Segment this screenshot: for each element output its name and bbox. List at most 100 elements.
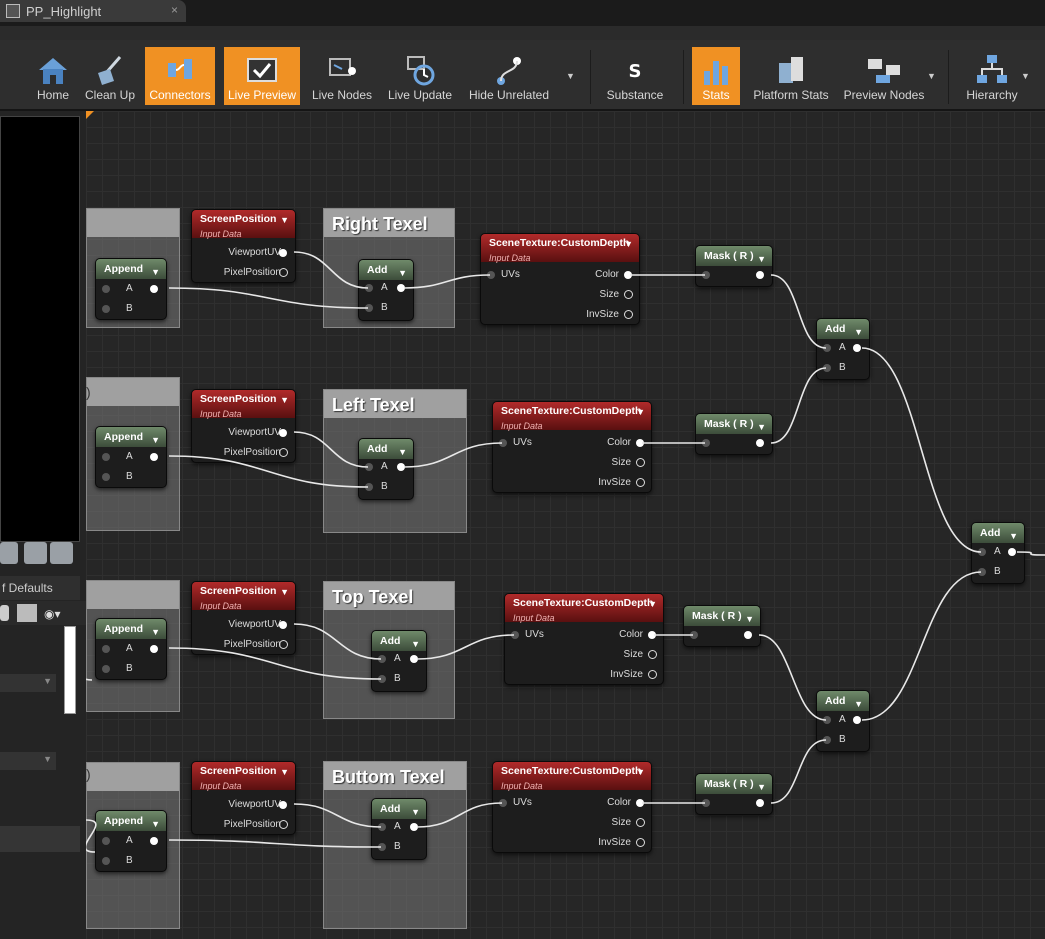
grid-view-icon[interactable]: [17, 604, 37, 622]
details-dropdown-2[interactable]: ▼: [0, 752, 56, 770]
hide-unrelated-button[interactable]: Hide Unrelated: [466, 47, 552, 105]
connectors-button[interactable]: Connectors: [145, 47, 215, 105]
pin-dot[interactable]: [378, 675, 386, 683]
append-node[interactable]: Append ▼ A B: [95, 618, 167, 680]
pin-dot[interactable]: [636, 439, 644, 447]
pin-dot[interactable]: [636, 799, 644, 807]
pin-dot[interactable]: [624, 271, 632, 279]
pin-dot[interactable]: [279, 820, 288, 829]
pin-dot[interactable]: [397, 284, 405, 292]
details-scrollbar[interactable]: [64, 626, 76, 714]
substance-button[interactable]: S Substance: [600, 47, 670, 105]
live-nodes-button[interactable]: Live Nodes: [308, 47, 376, 105]
chevron-down-icon[interactable]: ▼: [280, 393, 289, 408]
pin-dot[interactable]: [487, 271, 495, 279]
pin-dot[interactable]: [102, 857, 110, 865]
scene-texture-node[interactable]: SceneTexture:CustomDepth Input Data ▼ UVs Co…: [480, 233, 640, 325]
pin-dot[interactable]: [279, 621, 287, 629]
pin-dot[interactable]: [978, 568, 986, 576]
pin-dot[interactable]: [102, 473, 110, 481]
pin-dot[interactable]: [150, 453, 158, 461]
stats-button[interactable]: Stats: [692, 47, 740, 105]
scene-texture-node[interactable]: SceneTexture:CustomDepth Input Data ▼ UVs Co…: [492, 761, 652, 853]
pin-dot[interactable]: [756, 271, 764, 279]
pin-dot[interactable]: [756, 439, 764, 447]
pin-dot[interactable]: [378, 843, 386, 851]
chevron-down-icon[interactable]: ▼: [151, 622, 160, 642]
pin-dot[interactable]: [102, 305, 110, 313]
hierarchy-dropdown-icon[interactable]: ▼: [1021, 71, 1030, 81]
toolbar-overflow-left[interactable]: [0, 47, 8, 105]
pin-dot[interactable]: [102, 453, 110, 461]
add-node[interactable]: Add ▼ A B: [371, 798, 427, 860]
pin-dot[interactable]: [499, 439, 507, 447]
live-preview-button[interactable]: Live Preview: [224, 47, 300, 105]
preview-cube-button[interactable]: [24, 542, 47, 564]
pin-dot[interactable]: [365, 284, 373, 292]
pin-dot[interactable]: [102, 645, 110, 653]
hide-unrelated-dropdown-icon[interactable]: ▼: [566, 71, 575, 81]
pin-dot[interactable]: [279, 249, 287, 257]
chevron-down-icon[interactable]: ▼: [854, 694, 863, 714]
chevron-down-icon[interactable]: ▼: [745, 609, 754, 629]
pin-dot[interactable]: [823, 736, 831, 744]
chevron-down-icon[interactable]: ▼: [151, 814, 160, 834]
chevron-down-icon[interactable]: ▼: [648, 597, 657, 612]
chevron-down-icon[interactable]: ▼: [411, 634, 420, 654]
chevron-down-icon[interactable]: ▼: [398, 263, 407, 283]
pin-dot[interactable]: [853, 716, 861, 724]
pin-dot[interactable]: [624, 290, 633, 299]
mask-node[interactable]: Mask ( R ) ▼: [695, 413, 773, 455]
pin-dot[interactable]: [150, 285, 158, 293]
pin-dot[interactable]: [636, 838, 645, 847]
filter-icon[interactable]: [0, 605, 9, 621]
add-node[interactable]: Add ▼ A B: [371, 630, 427, 692]
pin-dot[interactable]: [511, 631, 519, 639]
pin-dot[interactable]: [150, 837, 158, 845]
pin-dot[interactable]: [279, 640, 288, 649]
pin-dot[interactable]: [102, 665, 110, 673]
pin-dot[interactable]: [702, 799, 710, 807]
append-node[interactable]: Append ▼ A B: [95, 810, 167, 872]
pin-dot[interactable]: [1008, 548, 1016, 556]
add-node[interactable]: Add ▼ A B: [358, 259, 414, 321]
append-node[interactable]: Append ▼ A B: [95, 426, 167, 488]
chevron-down-icon[interactable]: ▼: [280, 213, 289, 228]
pin-dot[interactable]: [853, 344, 861, 352]
details-tab[interactable]: f Defaults: [0, 576, 80, 600]
pin-dot[interactable]: [279, 448, 288, 457]
add-node[interactable]: Add ▼ A B: [816, 690, 870, 752]
pin-dot[interactable]: [823, 716, 831, 724]
chevron-down-icon[interactable]: ▼: [636, 765, 645, 780]
pin-dot[interactable]: [648, 670, 657, 679]
chevron-down-icon[interactable]: ▼: [411, 802, 420, 822]
pin-dot[interactable]: [499, 799, 507, 807]
pin-dot[interactable]: [279, 429, 287, 437]
pin-dot[interactable]: [365, 304, 373, 312]
pin-dot[interactable]: [978, 548, 986, 556]
pin-dot[interactable]: [150, 645, 158, 653]
details-dropdown-1[interactable]: ▼: [0, 674, 56, 692]
pin-dot[interactable]: [378, 655, 386, 663]
chevron-down-icon[interactable]: ▼: [398, 442, 407, 462]
append-node[interactable]: Append ▼ A B: [95, 258, 167, 320]
pin-dot[interactable]: [279, 801, 287, 809]
chevron-down-icon[interactable]: ▼: [757, 417, 766, 437]
clean-up-button[interactable]: Clean Up: [82, 47, 138, 105]
add-node[interactable]: Add ▼ A B: [971, 522, 1025, 584]
pin-dot[interactable]: [744, 631, 752, 639]
pin-dot[interactable]: [823, 344, 831, 352]
preview-sphere-button[interactable]: [50, 542, 73, 564]
tab-pp-highlight[interactable]: PP_Highlight ×: [0, 0, 186, 22]
screen-position-node[interactable]: ScreenPosition Input Data ▼ ViewportUV Pixel…: [191, 389, 296, 463]
pin-dot[interactable]: [102, 285, 110, 293]
pin-dot[interactable]: [648, 650, 657, 659]
pin-dot[interactable]: [378, 823, 386, 831]
material-graph[interactable]: )) Right Texel Left Texel Top Texel Buttom T…: [86, 111, 1045, 939]
pin-dot[interactable]: [636, 818, 645, 827]
pin-dot[interactable]: [690, 631, 698, 639]
preview-viewport[interactable]: [0, 116, 80, 542]
pin-dot[interactable]: [648, 631, 656, 639]
pin-dot[interactable]: [397, 463, 405, 471]
pin-dot[interactable]: [365, 483, 373, 491]
